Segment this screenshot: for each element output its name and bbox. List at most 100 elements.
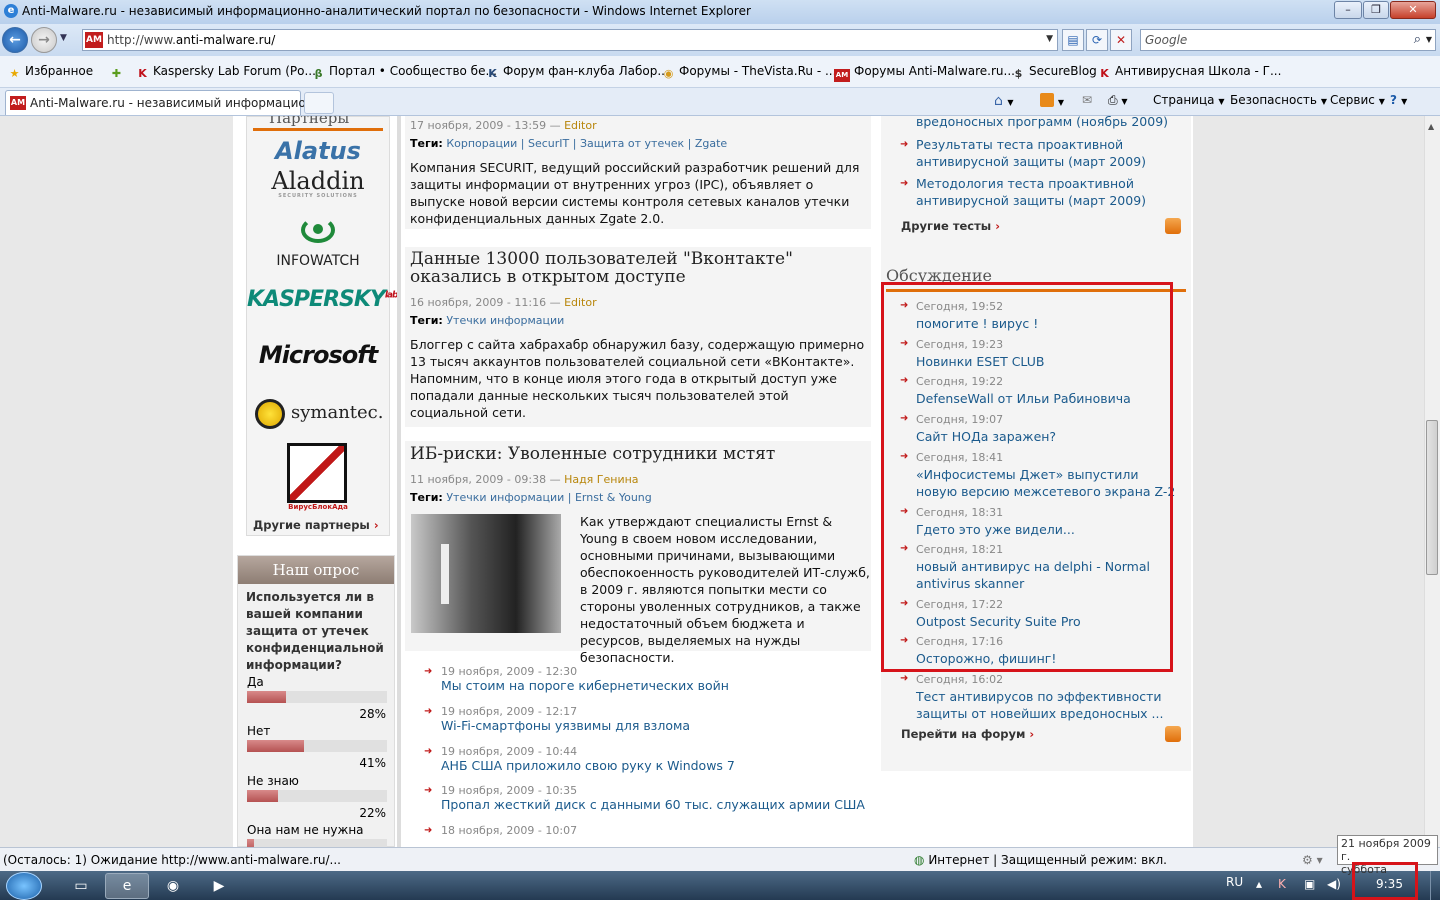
forum-post[interactable]: Сегодня, 19:23 Новинки ESET CLUB (916, 336, 1176, 370)
print-icon[interactable]: ⎙ ▼ (1108, 93, 1128, 108)
tag-link[interactable]: Ernst & Young (575, 491, 652, 504)
popup-blocker-icon[interactable]: ⚙ ▾ (1302, 853, 1323, 867)
fav-antimalware[interactable]: AM Форумы Anti-Malware.ru... (834, 64, 1015, 82)
test-link[interactable]: Результаты теста проактивной антивирусно… (916, 136, 1176, 170)
tab-active[interactable]: AM Anti-Malware.ru - независимый информа… (5, 90, 325, 115)
fav-kaspersky-forum[interactable]: K Kaspersky Lab Forum (Ро... (136, 64, 316, 80)
poll-option-label[interactable]: Нет (247, 724, 270, 738)
compat-view-icon[interactable]: ▤ (1062, 29, 1084, 51)
news-item[interactable]: 19 ноября, 2009 - 10:35 Пропал жесткий ди… (441, 784, 865, 812)
page-menu[interactable]: Страница ▼ (1153, 93, 1225, 107)
news-item[interactable]: 19 ноября, 2009 - 10:44 АНБ США приложило… (441, 745, 735, 773)
forum-post[interactable]: Сегодня, 18:31 Гдето это уже видели... (916, 504, 1176, 538)
author-link[interactable]: Editor (564, 119, 597, 132)
tag-link[interactable]: Zgate (695, 137, 727, 150)
stop-icon[interactable]: ✕ (1110, 29, 1132, 51)
start-button[interactable] (6, 872, 42, 900)
search-icon[interactable]: ⌕ (1414, 32, 1421, 47)
virusblokada-logo[interactable]: ВирусБлокАда (247, 503, 389, 511)
tag-link[interactable]: Корпорации (446, 137, 517, 150)
other-tests-link[interactable]: Другие тесты › (901, 219, 1000, 233)
tools-menu[interactable]: Сервис ▼ (1330, 93, 1385, 107)
network-tray-icon[interactable]: ▣ (1304, 877, 1315, 891)
forum-post[interactable]: Сегодня, 18:21 новый антивирус на delphi … (916, 541, 1176, 592)
help-icon[interactable]: ? ▼ (1390, 93, 1407, 107)
feeds-icon[interactable]: ▼ (1040, 93, 1064, 108)
media-taskbar-icon[interactable]: ◉ (151, 873, 195, 899)
explorer-taskbar-icon[interactable]: ▭ (59, 873, 103, 899)
poll-option-label[interactable]: Да (247, 675, 264, 689)
forum-post[interactable]: Сегодня, 16:02 Тест антивирусов по эффект… (916, 671, 1176, 722)
player-taskbar-icon[interactable]: ▶ (197, 873, 241, 899)
arrow-icon: ➜ (900, 178, 909, 189)
tag-link[interactable]: Защита от утечек (580, 137, 684, 150)
forum-post[interactable]: Сегодня, 19:52 помогите ! вирус ! (916, 298, 1176, 332)
forum-post[interactable]: Сегодня, 19:07 Сайт НОДа заражен? (916, 411, 1176, 445)
other-partners-link[interactable]: Другие партнеры › (253, 518, 379, 532)
author-link[interactable]: Editor (564, 296, 597, 309)
article-image[interactable] (411, 514, 561, 633)
fav-thevista[interactable]: ◉ Форумы - TheVista.Ru - ... (662, 64, 837, 80)
fav-secureblog[interactable]: $ SecureBlog (1012, 64, 1097, 80)
alatus-logo[interactable]: Alatus (247, 137, 389, 165)
home-icon[interactable]: ⌂ ▼ (994, 93, 1014, 109)
article-title[interactable]: Данные 13000 пользователей "Вконтакте" о… (410, 250, 870, 286)
go-to-forum-link[interactable]: Перейти на форум › (901, 727, 1034, 741)
volume-tray-icon[interactable]: ◀) (1327, 877, 1341, 891)
kaspersky-logo[interactable]: KASPERSKYlab (247, 287, 398, 312)
forum-post[interactable]: Сегодня, 18:41 «Инфосистемы Джет» выпусти… (916, 449, 1176, 500)
scroll-thumb[interactable] (1426, 420, 1438, 575)
news-item[interactable]: 18 ноября, 2009 - 10:07 (441, 824, 577, 837)
news-item[interactable]: 19 ноября, 2009 - 12:30 Мы стоим на порог… (441, 665, 729, 693)
article-tags: Теги: Утечки информации | Ernst & Young (410, 491, 652, 504)
news-item[interactable]: 19 ноября, 2009 - 12:17 Wi-Fi-смартфоны у… (441, 705, 690, 733)
window-title: Anti-Malware.ru - независимый информацио… (22, 4, 751, 18)
symantec-logo[interactable]: symantec. (291, 402, 384, 423)
ie-icon: e (4, 4, 18, 18)
microsoft-logo[interactable]: Microsoft (247, 341, 389, 369)
address-dropdown-icon[interactable]: ▼ (1046, 34, 1053, 44)
fav-portal[interactable]: β Портал • Сообщество бе... (312, 64, 497, 80)
poll-option-label[interactable]: Она нам не нужна (247, 823, 364, 837)
tag-link[interactable]: Утечки информации (446, 314, 564, 327)
scroll-up-icon[interactable]: ▲ (1428, 122, 1434, 131)
search-dropdown-icon[interactable]: ▼ (1426, 35, 1432, 44)
rss-icon[interactable] (1165, 218, 1181, 234)
fav-antivirus-school[interactable]: K Антивирусная Школа - Г... (1098, 64, 1281, 80)
ie-taskbar-icon[interactable]: e (105, 873, 149, 899)
back-button[interactable]: ← (2, 27, 28, 53)
history-dropdown-icon[interactable]: ▼ (60, 33, 67, 43)
tag-link[interactable]: SecurIT (528, 137, 569, 150)
forum-post[interactable]: Сегодня, 17:22 Outpost Security Suite Pro (916, 596, 1176, 630)
tag-link[interactable]: Утечки информации (446, 491, 564, 504)
poll-option-label[interactable]: Не знаю (247, 774, 299, 788)
search-input[interactable]: Google ⌕ ▼ (1140, 29, 1436, 51)
show-hidden-icons[interactable]: ▴ (1256, 877, 1262, 891)
fav-fanclub[interactable]: K Форум фан-клуба Лабор... (486, 64, 669, 80)
forum-post[interactable]: Сегодня, 17:16 Осторожно, фишинг! (916, 633, 1176, 667)
author-link[interactable]: Надя Генина (564, 473, 638, 486)
forum-post[interactable]: Сегодня, 19:22 DefenseWall от Ильи Рабино… (916, 373, 1176, 407)
address-input[interactable]: AM http://www.anti-malware.ru/ ▼ (82, 29, 1058, 51)
minimize-button[interactable]: – (1334, 1, 1362, 19)
maximize-button[interactable]: ❐ (1363, 1, 1389, 19)
arrow-icon: ➜ (900, 506, 909, 517)
article-meta: 11 ноября, 2009 - 09:38 — Надя Генина (410, 473, 639, 486)
test-link-cut[interactable]: вредоносных программ (ноябрь 2009) (916, 116, 1176, 130)
refresh-icon[interactable]: ⟳ (1086, 29, 1108, 51)
mail-icon[interactable]: ✉ (1082, 93, 1092, 107)
test-link[interactable]: Методология теста проактивной антивирусн… (916, 175, 1176, 209)
infowatch-logo[interactable]: INFOWATCH (247, 253, 389, 269)
favorites-button[interactable]: ★ Избранное (8, 64, 94, 80)
article-title[interactable]: ИБ-риски: Уволенные сотрудники мстят (410, 445, 870, 463)
new-tab-button[interactable] (304, 92, 334, 114)
aladdin-logo[interactable]: Aladdin (247, 167, 389, 195)
kaspersky-tray-icon[interactable]: K (1278, 877, 1286, 891)
language-indicator[interactable]: RU (1226, 875, 1243, 889)
forward-button[interactable]: → (31, 27, 57, 53)
close-button[interactable]: ✕ (1390, 1, 1436, 19)
rss-icon[interactable] (1165, 726, 1181, 742)
beta-icon: β (314, 67, 323, 80)
add-favorite-icon[interactable]: ✚ (110, 64, 127, 80)
safety-menu[interactable]: Безопасность ▼ (1230, 93, 1327, 107)
